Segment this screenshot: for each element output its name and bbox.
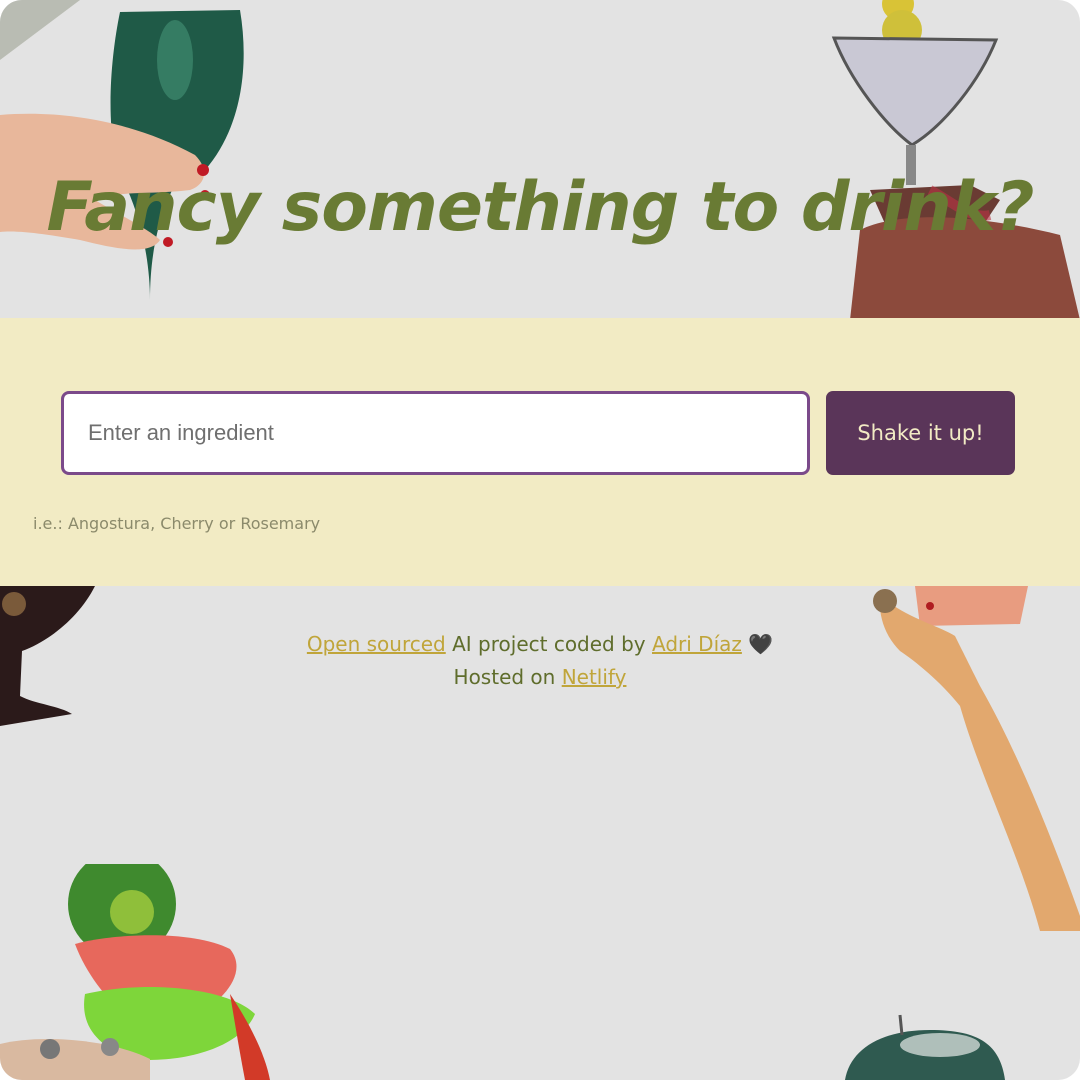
footer-hosting-line: Hosted on Netlify <box>0 661 1080 694</box>
page-title: Fancy something to drink? <box>46 168 1035 247</box>
heart-icon: 🖤 <box>741 632 774 656</box>
ingredient-search-input[interactable] <box>61 391 810 475</box>
open-source-link[interactable]: Open sourced <box>307 632 446 656</box>
hosted-on-text: Hosted on <box>453 665 562 689</box>
ice-bucket-image <box>840 1005 1020 1080</box>
footer: Open sourced AI project coded by Adri Dí… <box>0 628 1080 694</box>
wine-glass-hand-image <box>0 0 260 320</box>
netlify-link[interactable]: Netlify <box>562 665 627 689</box>
martini-olives-image <box>830 0 1080 320</box>
kiwi-cocktail-image <box>0 864 290 1080</box>
search-hint: i.e.: Angostura, Cherry or Rosemary <box>33 514 321 533</box>
coded-by-text: AI project coded by <box>445 632 652 656</box>
footer-credits-line: Open sourced AI project coded by Adri Dí… <box>0 628 1080 661</box>
shake-it-up-button[interactable]: Shake it up! <box>826 391 1015 475</box>
app-frame: Fancy something to drink? Shake it up! i… <box>0 0 1080 1080</box>
author-link[interactable]: Adri Díaz <box>652 632 742 656</box>
